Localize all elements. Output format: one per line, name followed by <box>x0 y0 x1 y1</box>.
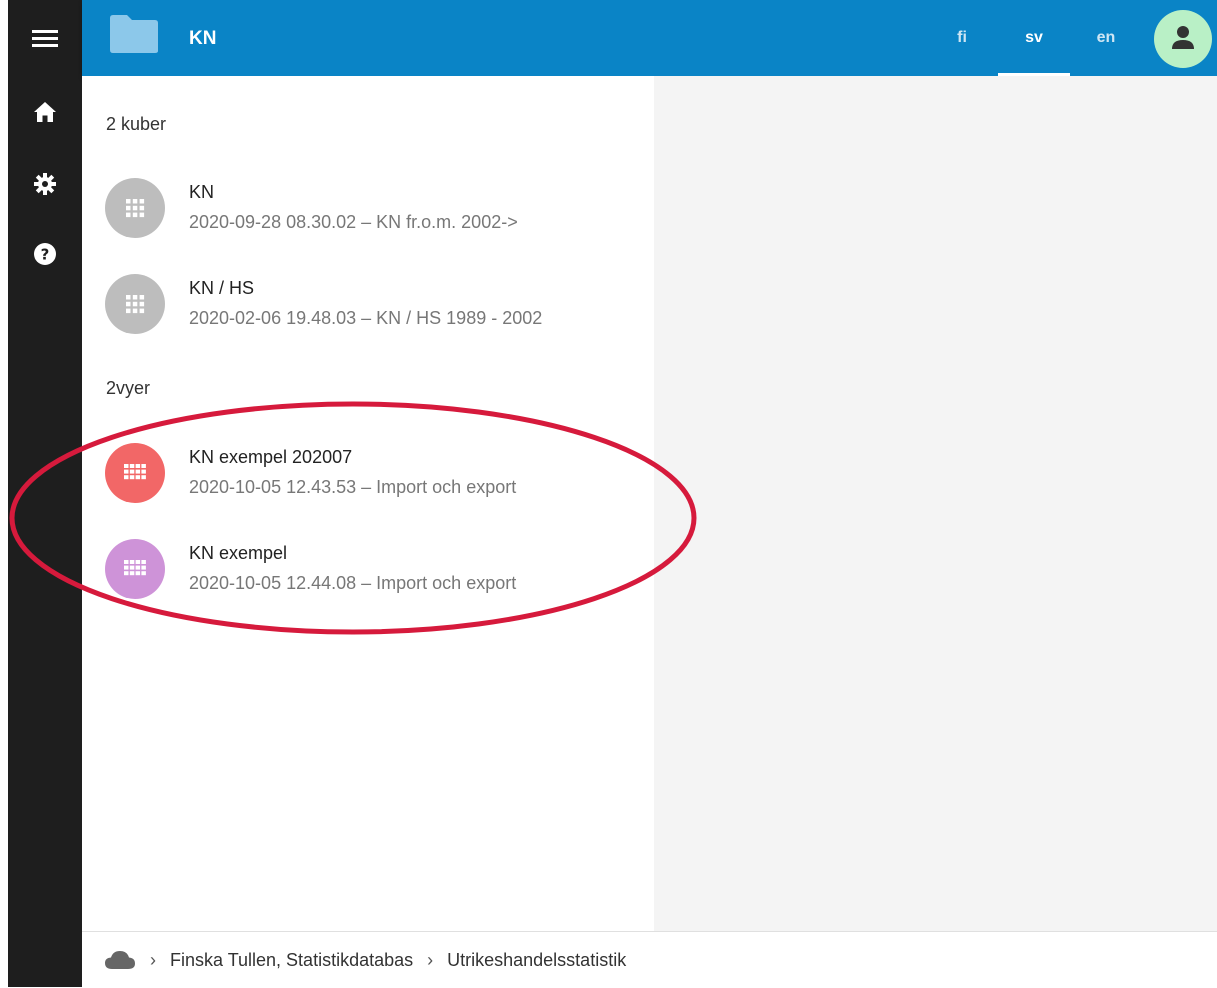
lang-en-button[interactable]: en <box>1086 0 1126 76</box>
user-icon <box>1169 23 1197 56</box>
home-button[interactable] <box>8 92 82 136</box>
lang-fi-label: fi <box>957 29 967 46</box>
lang-en-label: en <box>1096 29 1116 46</box>
detail-pane <box>654 76 1217 931</box>
breadcrumb-item-statistikdatabas[interactable]: Finska Tullen, Statistikdatabas <box>170 950 413 971</box>
grid-icon <box>105 274 165 334</box>
lang-sv-button[interactable]: sv <box>998 0 1070 76</box>
list-item[interactable]: KN / HS 2020-02-06 19.48.03 – KN / HS 19… <box>82 260 654 350</box>
help-button[interactable]: ? <box>8 234 82 278</box>
help-icon: ? <box>33 242 57 271</box>
breadcrumb-item-utrikeshandel[interactable]: Utrikeshandelsstatistik <box>447 950 626 971</box>
item-title: KN exempel <box>189 543 288 563</box>
menu-button[interactable] <box>8 18 82 62</box>
breadcrumb: › Finska Tullen, Statistikdatabas › Utri… <box>82 931 1217 988</box>
item-subtitle: 2020-10-05 12.44.08 – Import och export <box>189 573 517 593</box>
item-subtitle: 2020-09-28 08.30.02 – KN fr.o.m. 2002-> <box>189 212 518 232</box>
item-title: KN exempel 202007 <box>189 447 353 467</box>
cloud-icon[interactable] <box>104 950 136 970</box>
settings-button[interactable] <box>8 164 82 208</box>
sidebar: ? <box>8 0 82 987</box>
list-item[interactable]: KN exempel 2020-10-05 12.44.08 – Import … <box>82 525 654 615</box>
svg-text:?: ? <box>41 245 50 263</box>
list-item[interactable]: KN exempel 202007 2020-10-05 12.43.53 – … <box>82 429 654 519</box>
item-subtitle: 2020-02-06 19.48.03 – KN / HS 1989 - 200… <box>189 308 543 328</box>
avatar[interactable] <box>1154 10 1212 68</box>
views-heading: 2vyer <box>106 378 151 398</box>
item-title: KN <box>189 182 215 202</box>
lang-sv-label: sv <box>1025 29 1043 46</box>
grid-icon <box>105 178 165 238</box>
home-icon <box>33 101 57 128</box>
item-subtitle: 2020-10-05 12.43.53 – Import och export <box>189 477 517 497</box>
table-icon <box>105 539 165 599</box>
list-pane: 2 kuber KN 2020-09-28 08.30.02 – KN fr.o… <box>82 76 654 931</box>
chevron-right-icon: › <box>150 949 156 970</box>
list-item[interactable]: KN 2020-09-28 08.30.02 – KN fr.o.m. 2002… <box>82 164 654 254</box>
folder-icon <box>108 14 160 59</box>
page-title: KN <box>189 28 217 49</box>
menu-icon <box>32 28 58 53</box>
gear-icon <box>33 172 57 201</box>
item-title: KN / HS <box>189 278 255 298</box>
lang-fi-button[interactable]: fi <box>942 0 982 76</box>
table-icon <box>105 443 165 503</box>
chevron-right-icon: › <box>427 949 434 970</box>
cubes-heading: 2 kuber <box>106 114 167 134</box>
top-app-bar: KN fi sv en <box>82 0 1217 76</box>
